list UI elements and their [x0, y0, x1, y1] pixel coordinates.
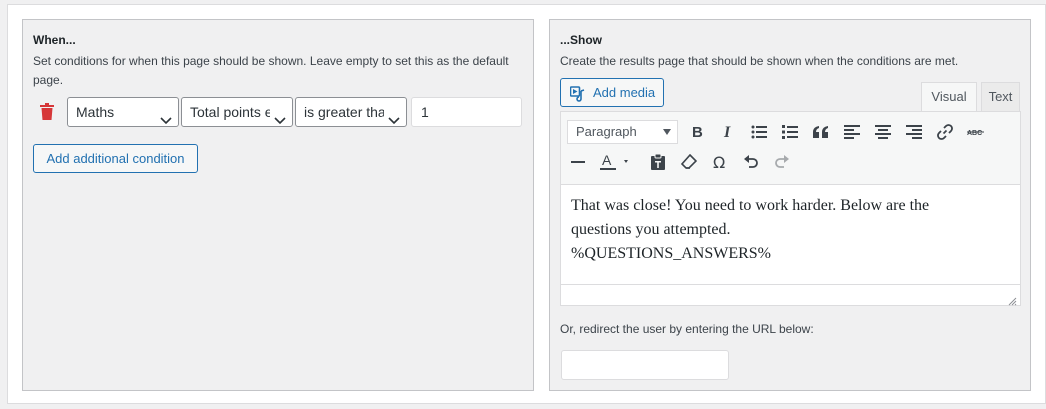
svg-text:A: A	[602, 153, 612, 168]
media-icon	[569, 86, 586, 102]
svg-text:Ω: Ω	[713, 154, 725, 170]
add-media-label: Add media	[593, 85, 656, 100]
svg-text:ABC: ABC	[967, 130, 982, 137]
when-panel: When... Set conditions for when this pag…	[22, 19, 534, 391]
tab-text[interactable]: Text	[981, 82, 1020, 112]
condition-value-input[interactable]	[411, 97, 522, 127]
show-panel: ...Show Create the results page that sho…	[549, 19, 1031, 391]
show-description: Create the results page that should be s…	[560, 54, 959, 68]
chevron-down-icon	[160, 107, 172, 125]
add-media-button[interactable]: Add media	[560, 78, 664, 107]
tab-visual[interactable]: Visual	[921, 82, 977, 112]
clear-formatting-icon[interactable]	[678, 151, 700, 173]
format-select-value: Paragraph	[576, 124, 637, 139]
content-line: That was close! You need to work harder.…	[571, 197, 930, 214]
undo-icon[interactable]	[740, 151, 762, 173]
numbered-list-icon[interactable]	[779, 121, 801, 143]
bold-icon[interactable]: B	[686, 121, 708, 143]
when-description: Set conditions for when this page should…	[33, 54, 509, 87]
format-select[interactable]: Paragraph	[567, 120, 678, 144]
redirect-label: Or, redirect the user by entering the UR…	[560, 322, 814, 336]
condition-operator-value: is greater than	[304, 104, 384, 120]
chevron-down-icon	[388, 107, 400, 125]
align-left-icon[interactable]	[841, 121, 863, 143]
condition-metric-select[interactable]: Total points earned	[181, 97, 293, 127]
editor-toolbar: Paragraph B I ABC A Ω	[561, 112, 1020, 185]
redo-icon[interactable]	[771, 151, 793, 173]
special-character-icon[interactable]: Ω	[709, 151, 731, 173]
trash-icon[interactable]	[40, 103, 54, 120]
bullet-list-icon[interactable]	[748, 121, 770, 143]
condition-subject-select[interactable]: Maths	[67, 97, 179, 127]
paste-text-icon[interactable]	[647, 151, 669, 173]
horizontal-rule-icon[interactable]	[567, 151, 589, 173]
add-condition-button[interactable]: Add additional condition	[33, 144, 198, 173]
blockquote-icon[interactable]	[810, 121, 832, 143]
editor-content[interactable]: That was close! You need to work harder.…	[571, 194, 991, 266]
condition-metric-value: Total points earned	[190, 104, 270, 120]
strikethrough-icon[interactable]: ABC	[965, 121, 987, 143]
italic-icon[interactable]: I	[717, 121, 739, 143]
align-center-icon[interactable]	[872, 121, 894, 143]
rich-text-editor: Paragraph B I ABC A Ω That was close! Yo…	[560, 111, 1021, 306]
editor-status-bar	[561, 284, 1020, 306]
content-line: %QUESTIONS_ANSWERS%	[571, 245, 771, 262]
svg-text:B: B	[692, 124, 703, 140]
caret-down-icon	[663, 129, 671, 135]
link-icon[interactable]	[934, 121, 956, 143]
align-right-icon[interactable]	[903, 121, 925, 143]
text-color-icon[interactable]: A	[598, 151, 634, 173]
svg-text:I: I	[723, 124, 731, 140]
resize-handle-icon[interactable]	[1008, 293, 1017, 306]
redirect-url-input[interactable]	[561, 350, 729, 380]
chevron-down-icon	[274, 107, 286, 125]
content-line: questions you attempted.	[571, 221, 731, 238]
condition-operator-select[interactable]: is greater than	[295, 97, 407, 127]
show-title: ...Show	[560, 33, 602, 47]
condition-subject-value: Maths	[76, 104, 115, 120]
when-title: When...	[33, 33, 76, 47]
